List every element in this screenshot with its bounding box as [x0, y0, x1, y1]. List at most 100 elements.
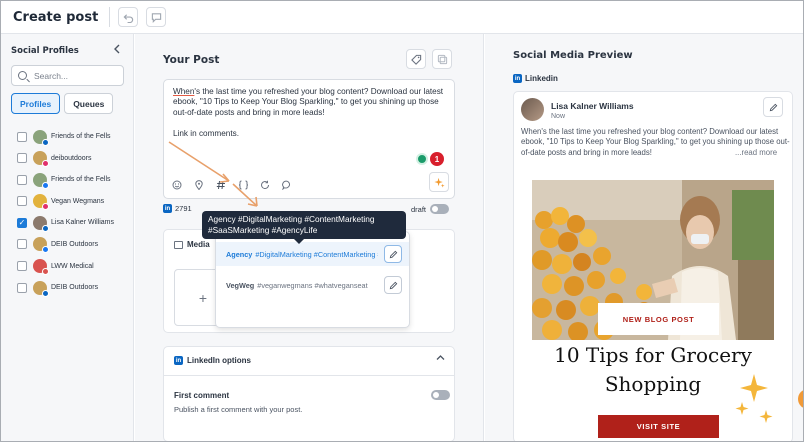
pencil-icon	[389, 250, 397, 258]
linkedin-icon: in	[174, 356, 183, 365]
preview-author: Lisa Kalner Williams	[551, 101, 634, 111]
grammar-assistant-icon[interactable]	[416, 153, 428, 165]
read-more-link[interactable]: ...read more	[735, 148, 778, 157]
network-badge-icon	[42, 289, 49, 297]
media-heading: Media	[187, 240, 210, 249]
profile-item[interactable]: Friends of the Fells	[17, 126, 114, 147]
avatar	[33, 215, 49, 232]
chevron-left-icon	[114, 44, 120, 54]
duplicate-button[interactable]	[432, 49, 452, 69]
undo-icon	[123, 13, 133, 23]
image-icon	[174, 240, 183, 249]
post-text[interactable]: When's the last time you refreshed your …	[173, 87, 449, 139]
collapse-sidebar-button[interactable]	[113, 44, 121, 57]
profile-checkbox[interactable]	[17, 282, 27, 293]
avatar	[33, 194, 49, 211]
network-badge-icon	[42, 246, 49, 254]
divider	[164, 375, 454, 376]
pencil-icon	[769, 103, 777, 111]
edit-preview-button[interactable]	[763, 97, 783, 117]
tab-queues[interactable]: Queues	[64, 93, 114, 114]
avatar	[33, 151, 49, 168]
visit-site-button[interactable]: VISIT SITE	[598, 415, 719, 438]
first-comment-title: First comment	[174, 391, 230, 400]
profile-item[interactable]: Friends of the Fells	[17, 169, 114, 190]
chevron-up-icon	[436, 355, 445, 360]
profile-search	[11, 65, 124, 86]
profile-checkbox[interactable]	[17, 239, 27, 250]
profile-list: Friends of the Fells deiboutdoors Friends …	[17, 126, 114, 299]
copy-icon	[437, 54, 447, 64]
comments-button[interactable]	[146, 7, 167, 27]
edit-hashtag-group-button[interactable]	[384, 276, 402, 294]
profile-item[interactable]: deiboutdoors	[17, 148, 114, 169]
avatar	[33, 129, 49, 146]
undo-button[interactable]	[118, 7, 139, 27]
profile-name: deiboutdoors	[51, 154, 92, 162]
preview-image-banner: NEW BLOG POST	[598, 303, 719, 335]
preview-image: NEW BLOG POST 10 Tips for Grocery Shoppi…	[532, 180, 774, 441]
hashtag-group-option[interactable]: VegWeg #veganwegmans #whatveganseat	[216, 273, 409, 297]
hashtag-group-option[interactable]: Agency #DigitalMarketing #ContentMarketi…	[216, 242, 409, 266]
profile-item[interactable]: Vegan Wegmans	[17, 191, 114, 212]
profile-name: Lisa Kalner Williams	[51, 219, 115, 227]
network-badge-icon	[42, 203, 49, 211]
profile-name: Vegan Wegmans	[51, 197, 105, 205]
post-header-actions	[406, 49, 458, 69]
preview-timestamp: Now	[551, 113, 566, 120]
network-badge-icon	[42, 224, 49, 232]
profile-checkbox[interactable]	[17, 174, 27, 185]
divider	[109, 7, 111, 27]
pencil-icon	[389, 281, 397, 289]
draft-toggle[interactable]	[430, 204, 450, 214]
profile-item[interactable]: ✓ Lisa Kalner Williams	[17, 212, 114, 233]
network-badge-icon	[42, 268, 49, 276]
hashtag-group-name: Agency	[226, 249, 253, 259]
sparkle-decoration-icon	[735, 374, 773, 423]
first-comment-description: Publish a first comment with your post.	[174, 405, 303, 414]
search-icon	[18, 71, 27, 80]
grammar-alert-badge[interactable]: 1	[430, 152, 444, 166]
collapse-linkedin-options-button[interactable]	[436, 353, 445, 364]
profile-item[interactable]: DEIB Outdoors	[17, 234, 114, 255]
tab-profiles[interactable]: Profiles	[11, 93, 61, 114]
spellcheck-word[interactable]: When	[173, 87, 194, 96]
linkedin-options-section: in LinkedIn options First comment Publis…	[163, 346, 455, 441]
page-title: Create post	[13, 9, 99, 25]
avatar	[33, 259, 49, 276]
sidebar-tabs: Profiles Queues	[11, 93, 114, 114]
hashtag-group-tags: #veganwegmans #whatveganseat	[257, 280, 368, 290]
sidebar-heading: Social Profiles	[11, 45, 79, 56]
annotation-arrow	[168, 141, 258, 207]
hashtag-group-name: VegWeg	[226, 280, 255, 290]
first-comment-toggle[interactable]	[431, 390, 450, 400]
sidebar-header: Social Profiles	[11, 44, 121, 57]
post-text-body: 's the last time you refreshed your blog…	[173, 87, 444, 117]
chat-bubble-icon	[282, 180, 291, 190]
profile-item[interactable]: DEIB Outdoors	[17, 277, 114, 298]
profile-checkbox[interactable]: ✓	[17, 217, 27, 228]
profile-checkbox[interactable]	[17, 196, 27, 207]
tag-button[interactable]	[406, 49, 426, 69]
ai-assist-button[interactable]	[429, 172, 449, 192]
sparkle-icon	[433, 177, 445, 188]
plus-icon: +	[198, 289, 208, 306]
profile-checkbox[interactable]	[17, 261, 27, 272]
top-bar: Create post	[1, 1, 803, 34]
avatar	[33, 280, 49, 297]
preview-post-card: Lisa Kalner Williams Now When's the last…	[513, 91, 793, 441]
profile-item[interactable]: LWW Medical	[17, 256, 114, 277]
comment-icon	[151, 12, 161, 23]
profile-checkbox[interactable]	[17, 153, 27, 164]
comment-tool-button[interactable]	[282, 179, 304, 191]
profile-checkbox[interactable]	[17, 131, 27, 142]
edit-hashtag-group-button[interactable]	[384, 245, 402, 263]
app-window: Create post Social Profiles Profiles Que…	[0, 0, 804, 442]
hashtag-group-tags: #DigitalMarketing #ContentMarketing #Saa…	[255, 249, 378, 259]
profile-name: DEIB Outdoors	[51, 284, 99, 292]
linkedin-options-header[interactable]: in LinkedIn options	[174, 356, 251, 365]
your-post-heading: Your Post	[163, 54, 220, 66]
profile-search-input[interactable]	[34, 70, 119, 81]
linkedin-options-heading: LinkedIn options	[187, 356, 251, 365]
preview-headline-line: 10 Tips for Grocery	[554, 343, 752, 367]
